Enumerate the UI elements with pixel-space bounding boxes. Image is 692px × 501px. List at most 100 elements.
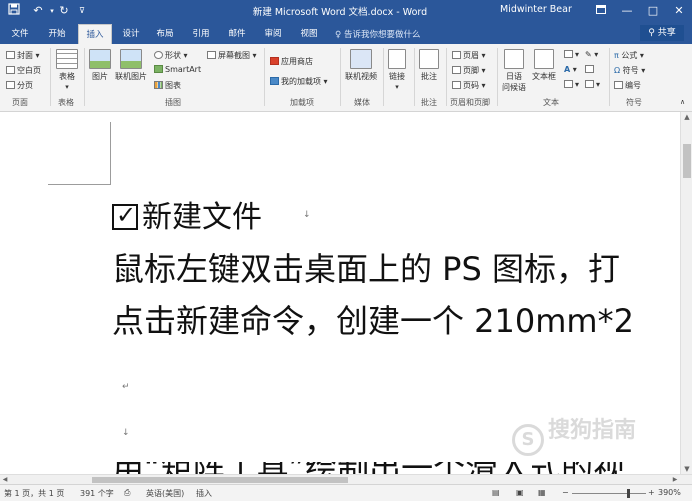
scroll-down-icon[interactable]: ▼ bbox=[681, 464, 692, 474]
equation-button[interactable]: π 公式 ▾ bbox=[614, 50, 644, 61]
group-media-label: 媒体 bbox=[354, 98, 370, 107]
ribbon-display-options-icon[interactable] bbox=[588, 0, 614, 22]
links-button[interactable]: 链接 ▾ bbox=[388, 49, 406, 91]
group-header-footer-label: 页眉和页脚 bbox=[450, 98, 490, 107]
document-line-1[interactable]: 鼠标左键双击桌面上的 PS 图标，打 bbox=[112, 244, 620, 290]
scroll-up-icon[interactable]: ▲ bbox=[681, 112, 692, 122]
textbox-label: 文本框 bbox=[532, 72, 556, 81]
proofing-icon[interactable]: ⎙ bbox=[124, 488, 130, 498]
footer-icon bbox=[452, 66, 461, 74]
cover-page-icon bbox=[6, 51, 15, 59]
group-divider bbox=[383, 48, 384, 106]
tab-insert[interactable]: 插入 bbox=[78, 24, 112, 44]
tab-file[interactable]: 文件 bbox=[6, 24, 34, 44]
object-button[interactable]: ▾ bbox=[585, 80, 600, 89]
person-icon: ⚲ bbox=[648, 28, 655, 38]
wordart-button[interactable]: A ▾ bbox=[564, 65, 577, 74]
number-button[interactable]: 编号 bbox=[614, 80, 641, 91]
textbox-icon bbox=[534, 49, 554, 69]
word-count[interactable]: 391 个字 bbox=[80, 488, 114, 499]
signature-line-button[interactable]: ✎ ▾ bbox=[585, 50, 598, 59]
online-picture-icon bbox=[120, 49, 142, 69]
screenshot-button[interactable]: 屏幕截图 ▾ bbox=[207, 50, 257, 61]
symbol-button[interactable]: Ω 符号 ▾ bbox=[614, 65, 645, 76]
smartart-button[interactable]: SmartArt bbox=[154, 65, 201, 74]
document-line-3-partial[interactable]: 用“矩阵工具”绘制出一个滑入式的视 bbox=[112, 462, 625, 474]
share-button[interactable]: ⚲ 共享 bbox=[640, 25, 684, 41]
tell-me-text: 告诉我你想要做什么 bbox=[343, 30, 421, 40]
tab-design[interactable]: 设计 bbox=[116, 24, 146, 44]
chart-button[interactable]: 图表 bbox=[154, 80, 181, 91]
tell-me-box[interactable]: ♀ 告诉我你想要做什么 bbox=[335, 28, 420, 40]
customize-quick-access-icon[interactable]: ⊽ bbox=[74, 3, 90, 19]
page-break-button[interactable]: 分页 bbox=[6, 80, 33, 91]
blank-page-button[interactable]: 空白页 bbox=[6, 65, 41, 76]
blank-page-label: 空白页 bbox=[17, 66, 41, 75]
date-time-button[interactable] bbox=[585, 65, 596, 74]
store-icon bbox=[270, 57, 279, 65]
store-button[interactable]: 应用商店 bbox=[270, 56, 313, 67]
picture-button[interactable]: 图片 bbox=[89, 49, 111, 82]
web-layout-icon[interactable]: ▦ bbox=[538, 488, 546, 497]
store-label: 应用商店 bbox=[281, 57, 313, 66]
screenshot-label: 屏幕截图 bbox=[218, 51, 250, 60]
redo-icon[interactable]: ↻ bbox=[56, 3, 72, 19]
object-icon bbox=[585, 80, 594, 88]
tab-home[interactable]: 开始 bbox=[42, 24, 72, 44]
symbol-label: 符号 bbox=[622, 66, 639, 75]
page-break-label: 分页 bbox=[17, 81, 33, 90]
horizontal-scroll-thumb[interactable] bbox=[92, 477, 348, 483]
language-status[interactable]: 英语(美国) bbox=[146, 488, 184, 499]
table-button[interactable]: 表格 ▾ bbox=[56, 49, 78, 91]
header-button[interactable]: 页眉 ▾ bbox=[452, 50, 486, 61]
cover-page-button[interactable]: 封面 ▾ bbox=[6, 50, 40, 61]
textbox-button[interactable]: 文本框 bbox=[532, 49, 556, 82]
zoom-in-icon[interactable]: + bbox=[648, 488, 655, 497]
greeting-icon bbox=[504, 49, 524, 69]
comment-icon bbox=[419, 49, 439, 69]
save-icon[interactable] bbox=[6, 3, 22, 19]
tab-layout[interactable]: 布局 bbox=[150, 24, 180, 44]
vertical-scroll-thumb[interactable] bbox=[683, 144, 691, 178]
greeting-button[interactable]: 日语 问候语 bbox=[502, 49, 526, 93]
screenshot-icon bbox=[207, 51, 216, 59]
tab-view[interactable]: 视图 bbox=[294, 24, 324, 44]
tab-mailings[interactable]: 邮件 bbox=[222, 24, 252, 44]
zoom-slider[interactable] bbox=[572, 493, 646, 494]
print-layout-icon[interactable]: ▣ bbox=[516, 488, 524, 497]
heading-text: 新建文件 bbox=[142, 200, 262, 235]
maximize-icon[interactable]: □ bbox=[640, 0, 666, 22]
smartart-label: SmartArt bbox=[165, 65, 202, 74]
tab-review[interactable]: 审阅 bbox=[258, 24, 288, 44]
quick-parts-button[interactable]: ▾ bbox=[564, 50, 579, 59]
online-video-icon bbox=[350, 49, 372, 69]
page-number-button[interactable]: 页码 ▾ bbox=[452, 80, 486, 91]
zoom-out-icon[interactable]: − bbox=[562, 488, 569, 497]
shapes-button[interactable]: 形状 ▾ bbox=[154, 50, 188, 61]
read-mode-icon[interactable]: ▤ bbox=[492, 488, 500, 497]
my-addins-button[interactable]: 我的加载项 ▾ bbox=[270, 76, 328, 87]
online-video-button[interactable]: 联机视频 bbox=[345, 49, 377, 82]
horizontal-scrollbar[interactable]: ◀ ▶ bbox=[0, 474, 692, 484]
footer-button[interactable]: 页脚 ▾ bbox=[452, 65, 486, 76]
user-name[interactable]: Midwinter Bear bbox=[500, 4, 572, 15]
drop-cap-button[interactable]: ▾ bbox=[564, 80, 579, 89]
insert-mode-status[interactable]: 插入 bbox=[196, 488, 212, 499]
page-count[interactable]: 第 1 页，共 1 页 bbox=[4, 488, 64, 499]
tab-references[interactable]: 引用 bbox=[186, 24, 216, 44]
zoom-level[interactable]: 390% bbox=[658, 488, 681, 497]
paragraph-mark: ↵ bbox=[122, 382, 130, 392]
greeting-label-line1: 日语 bbox=[506, 72, 522, 81]
comment-button[interactable]: 批注 bbox=[419, 49, 439, 82]
document-heading[interactable]: 新建文件 bbox=[112, 192, 262, 236]
online-picture-button[interactable]: 联机图片 bbox=[115, 49, 147, 82]
my-addins-label: 我的加载项 bbox=[281, 77, 321, 86]
collapse-ribbon-icon[interactable]: ∧ bbox=[680, 98, 685, 106]
zoom-slider-knob[interactable] bbox=[627, 489, 630, 498]
close-icon[interactable]: ✕ bbox=[666, 0, 692, 22]
document-line-2[interactable]: 点击新建命令，创建一个 210mm*2 bbox=[112, 296, 634, 342]
minimize-icon[interactable]: — bbox=[614, 0, 640, 22]
shapes-label: 形状 bbox=[165, 51, 181, 60]
chart-label: 图表 bbox=[165, 81, 181, 90]
vertical-scrollbar[interactable]: ▲ ▼ bbox=[680, 112, 692, 474]
